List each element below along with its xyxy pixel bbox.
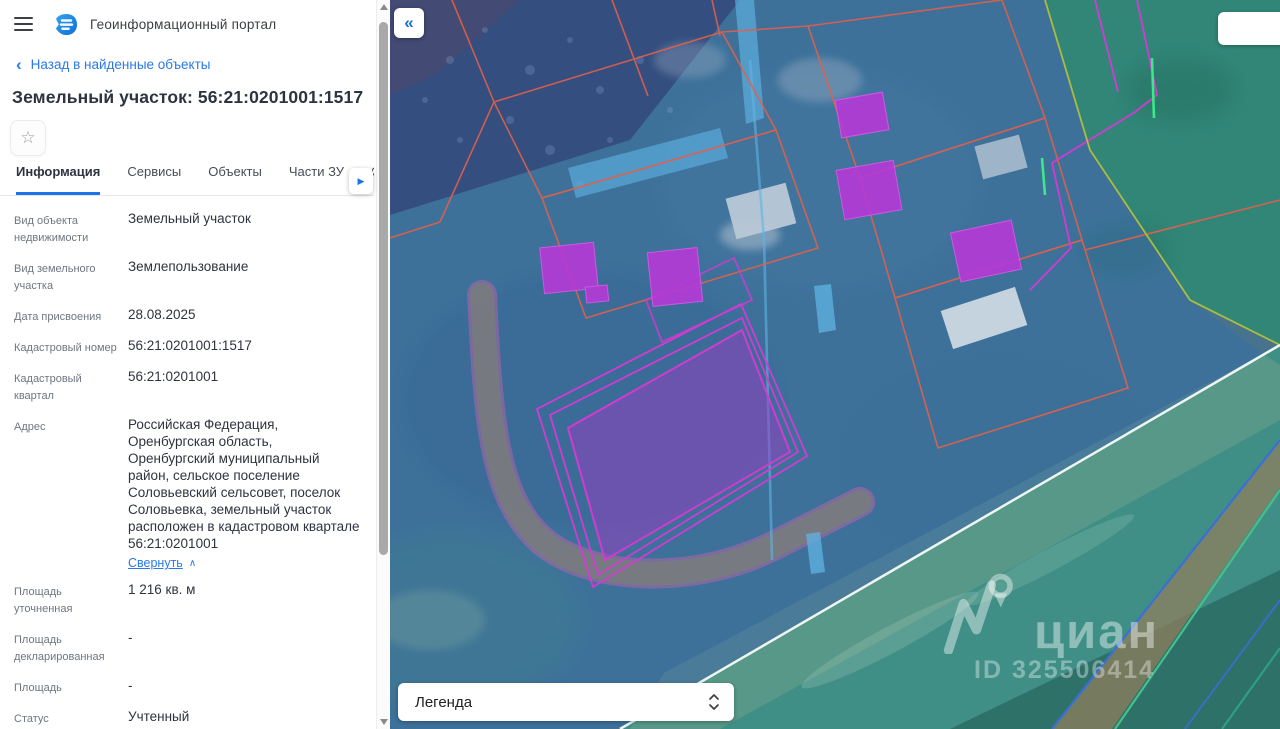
map-area: « циан ID 325506414 Легенда <box>390 0 1280 729</box>
tab-scroll-right-button[interactable]: ▶ <box>349 168 373 194</box>
geoportal-app: Геоинформационный портал ‹ Назад в найде… <box>0 0 1280 729</box>
address-collapse-link[interactable]: Свернуть ∧ <box>128 556 360 570</box>
double-chevron-left-icon: « <box>404 13 414 32</box>
panel-scrollbar-thumb[interactable] <box>379 22 388 555</box>
back-to-results-link[interactable]: ‹ Назад в найденные объекты <box>16 54 211 74</box>
menu-icon[interactable] <box>14 17 33 31</box>
satellite-map[interactable] <box>390 0 1280 729</box>
geoportal-logo-icon <box>55 13 78 35</box>
tab-services[interactable]: Сервисы <box>127 164 181 195</box>
field-cadastral-number: Кадастровый номер 56:21:0201001:1517 <box>14 338 252 354</box>
field-cadastral-quarter: Кадастровый квартал 56:21:0201001 <box>14 369 219 402</box>
favorite-button[interactable]: ☆ <box>10 120 46 156</box>
tab-information[interactable]: Информация <box>16 164 101 195</box>
attributes-list: Вид объекта недвижимости Земельный участ… <box>14 210 366 729</box>
panel-collapse-button[interactable]: « <box>394 8 424 38</box>
tab-parts-zu[interactable]: Части ЗУ <box>289 164 344 195</box>
back-chevron-icon: ‹ <box>16 54 22 74</box>
scroll-down-arrow-icon[interactable] <box>380 719 388 725</box>
sort-chevrons-icon <box>709 694 719 710</box>
field-area-refined: Площадь уточненная 1 216 кв. м <box>14 582 196 615</box>
tab-objects[interactable]: Объекты <box>208 164 262 195</box>
page-title: Земельный участок: 56:21:0201001:1517 <box>12 87 364 107</box>
field-area: Площадь - <box>14 678 133 694</box>
chevron-right-icon: ▶ <box>357 175 365 186</box>
star-icon: ☆ <box>20 128 36 147</box>
app-title: Геоинформационный портал <box>90 16 277 32</box>
panel-scrollbar[interactable] <box>376 0 390 729</box>
back-link-label: Назад в найденные объекты <box>30 57 211 72</box>
tab-bar: Информация Сервисы Объекты Части ЗУ Сост… <box>0 164 374 196</box>
app-header: Геоинформационный портал <box>14 10 276 38</box>
field-assign-date: Дата присвоения 28.08.2025 <box>14 307 196 323</box>
field-object-kind: Вид объекта недвижимости Земельный участ… <box>14 211 251 244</box>
object-info-panel: Геоинформационный портал ‹ Назад в найде… <box>0 0 390 729</box>
legend-dropdown[interactable]: Легенда <box>398 683 734 721</box>
chevron-up-icon: ∧ <box>188 557 197 569</box>
field-parcel-kind: Вид земельного участка Землепользование <box>14 259 249 292</box>
address-value: Российская Федерация, Оренбургская облас… <box>128 417 360 551</box>
legend-label: Легенда <box>415 693 473 711</box>
field-status: Статус Учтенный <box>14 709 190 725</box>
scroll-up-arrow-icon[interactable] <box>380 4 388 10</box>
field-area-declared: Площадь декларированная - <box>14 630 133 663</box>
field-address: Адрес Российская Федерация, Оренбургская… <box>14 417 360 570</box>
map-control-box[interactable] <box>1218 12 1280 45</box>
